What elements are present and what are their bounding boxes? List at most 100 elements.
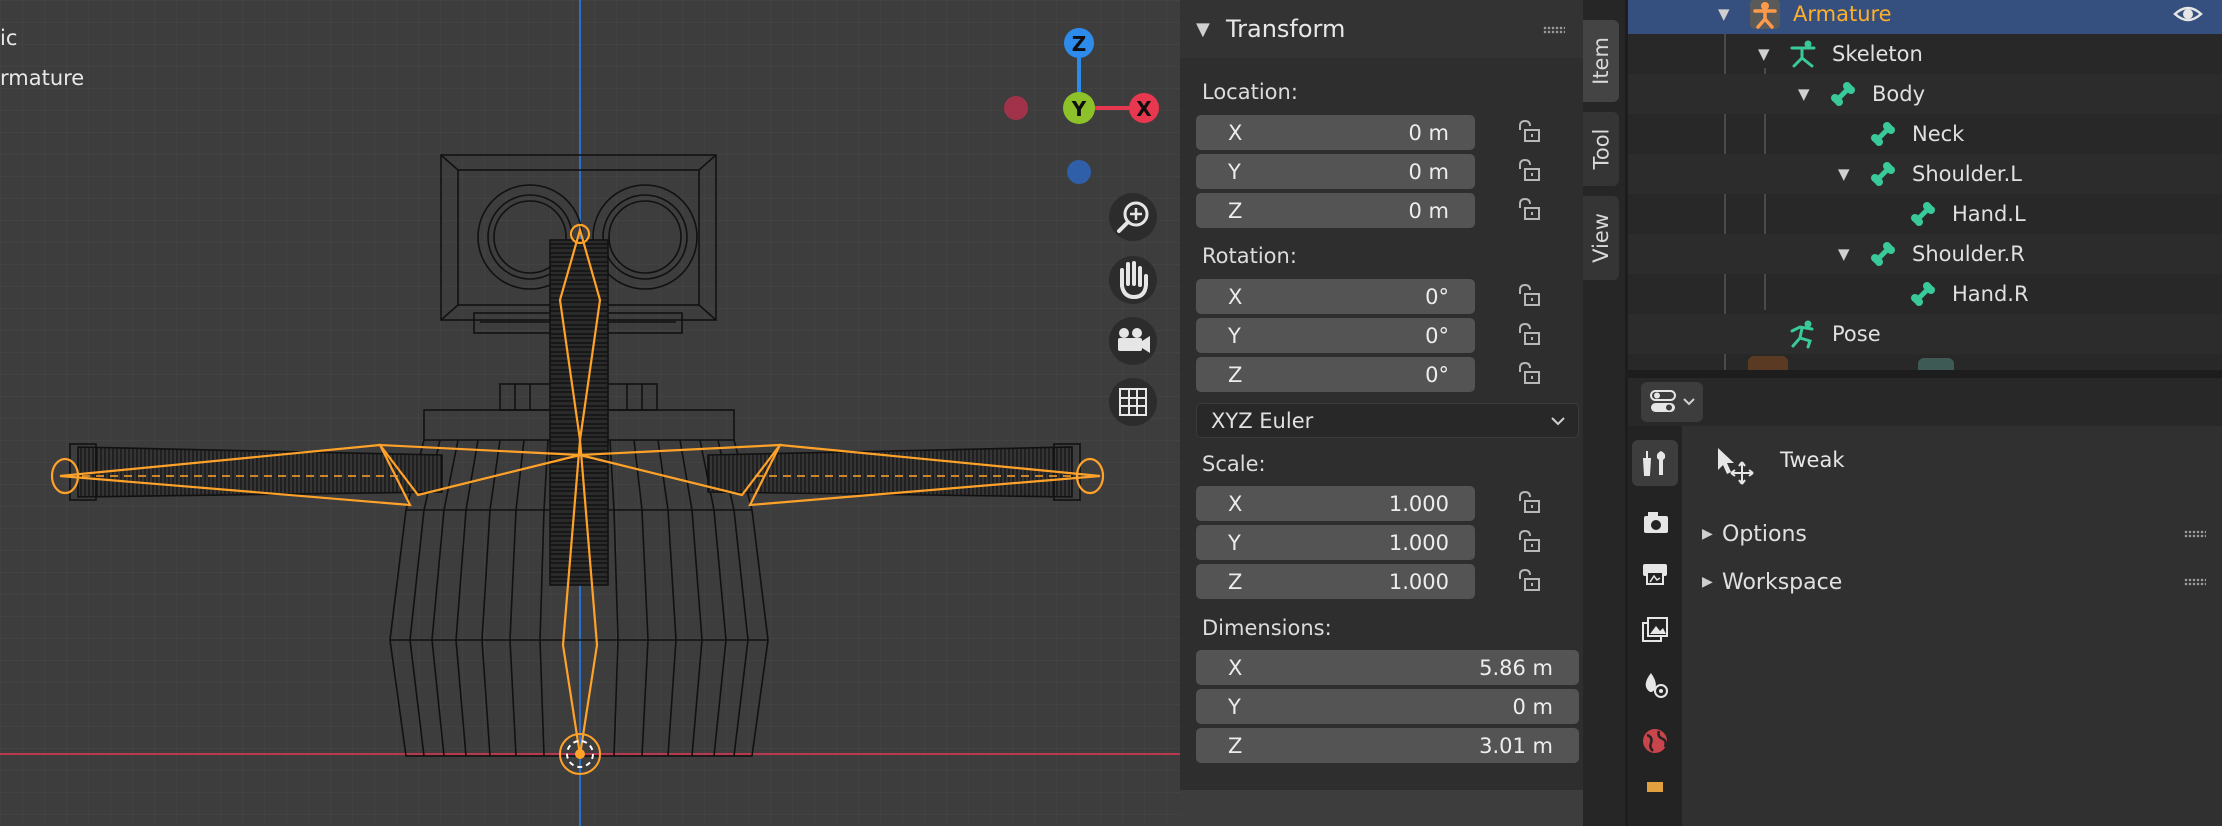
editor-type-button[interactable]	[1641, 382, 1703, 422]
scale-x-field[interactable]: X 1.000	[1196, 486, 1475, 521]
lock-icon[interactable]	[1515, 322, 1541, 348]
next-row-icon	[1748, 356, 1788, 370]
lock-icon[interactable]	[1515, 361, 1541, 387]
rotation-z-field[interactable]: Z 0°	[1196, 357, 1475, 392]
expand-arrow-icon[interactable]: ▼	[1838, 165, 1850, 183]
rotation-y-field[interactable]: Y 0°	[1196, 318, 1475, 353]
properties-content: Tweak ▶ Options ▶ Workspace	[1682, 426, 2222, 826]
collapse-arrow-icon[interactable]: ▼	[1196, 19, 1212, 40]
eye-icon[interactable]	[2173, 0, 2203, 28]
outliner-row-hand-l[interactable]: Hand.L	[1628, 194, 2222, 234]
collapse-arrow-icon[interactable]: ▶	[1702, 574, 1722, 590]
hand-pan-icon[interactable]	[1109, 256, 1157, 304]
svg-text:Y: Y	[1071, 97, 1087, 121]
bone-icon	[1871, 242, 1895, 266]
viewport-strip	[1180, 790, 1583, 826]
outliner-row-neck[interactable]: Neck	[1628, 114, 2222, 154]
grid-icon[interactable]	[1109, 378, 1157, 426]
outliner-row-skeleton[interactable]: ▼ Skeleton	[1628, 34, 2222, 74]
bone-icon	[1911, 202, 1935, 226]
location-y-field[interactable]: Y0 m	[1196, 154, 1475, 189]
outliner-row-shoulder-r[interactable]: ▼ Shoulder.R	[1628, 234, 2222, 274]
location-x-field[interactable]: X0 m	[1196, 115, 1475, 150]
expand-arrow-icon[interactable]: ▼	[1838, 245, 1850, 263]
camera-icon[interactable]	[1109, 317, 1157, 365]
options-section[interactable]: ▶ Options	[1682, 512, 2222, 556]
collapse-arrow-icon[interactable]: ▶	[1702, 526, 1722, 542]
rotation-label: Rotation:	[1202, 244, 1297, 268]
tab-world[interactable]	[1632, 718, 1678, 764]
workspace-section[interactable]: ▶ Workspace	[1682, 560, 2222, 604]
expand-arrow-icon[interactable]: ▼	[1718, 5, 1730, 23]
zoom-icon[interactable]	[1109, 193, 1157, 241]
scale-label: Scale:	[1202, 452, 1266, 476]
outliner-row-shoulder-l[interactable]: ▼ Shoulder.L	[1628, 154, 2222, 194]
viewport-overlay-object: rmature	[0, 66, 85, 90]
rotation-x-field[interactable]: X 0°	[1196, 279, 1475, 314]
lock-icon[interactable]	[1515, 119, 1541, 145]
outliner: ▼ Armature ▼ Skeleton ▼ Body Neck ▼ Shou…	[1628, 0, 2222, 370]
lock-icon[interactable]	[1515, 490, 1541, 516]
drag-grip-icon[interactable]	[1543, 26, 1565, 34]
properties-editor: Tweak ▶ Options ▶ Workspace	[1628, 378, 2222, 826]
transform-header[interactable]: ▼ Transform	[1180, 0, 1583, 58]
location-z-field[interactable]: Z0 m	[1196, 193, 1475, 228]
scale-y-field[interactable]: Y 1.000	[1196, 525, 1475, 560]
tab-view[interactable]: View	[1583, 196, 1619, 280]
outliner-row-armature[interactable]: ▼ Armature	[1628, 0, 2222, 34]
tab-scene[interactable]	[1632, 662, 1678, 708]
toggle-icon	[1650, 390, 1676, 412]
dimensions-x-field[interactable]: X 5.86 m	[1196, 650, 1579, 685]
image-stack-icon	[1642, 617, 1668, 642]
tab-item[interactable]: Item	[1583, 20, 1619, 102]
scene-icon	[1645, 673, 1668, 698]
3d-viewport[interactable]: Z X Y ic rmature	[0, 0, 1180, 826]
rotation-mode-select[interactable]: XYZ Euler	[1196, 403, 1579, 438]
dimensions-z-field[interactable]: Z 3.01 m	[1196, 728, 1579, 763]
panel-title: Transform	[1226, 15, 1346, 43]
active-tool-name: Tweak	[1780, 448, 1845, 472]
drag-grip-icon[interactable]	[2184, 578, 2206, 586]
tab-output[interactable]	[1632, 549, 1678, 595]
lock-icon[interactable]	[1515, 158, 1541, 184]
viewport-overlay-mode: ic	[0, 26, 18, 50]
bone-icon	[1831, 82, 1855, 106]
tab-tool[interactable]: Tool	[1583, 112, 1619, 186]
bone-icon	[1871, 122, 1895, 146]
tab-render[interactable]	[1632, 499, 1678, 545]
dimensions-label: Dimensions:	[1202, 616, 1332, 640]
outliner-row-body[interactable]: ▼ Body	[1628, 74, 2222, 114]
chevron-down-icon	[1683, 398, 1695, 406]
viewport-canvas[interactable]: Z X Y	[0, 0, 1180, 826]
tab-tool-settings[interactable]	[1632, 440, 1678, 486]
scale-z-field[interactable]: Z 1.000	[1196, 564, 1475, 599]
tweak-tool-icon	[1712, 444, 1760, 488]
tab-collection[interactable]	[1632, 782, 1678, 792]
spine-coil	[549, 239, 609, 586]
printer-icon	[1643, 564, 1667, 585]
outliner-row-pose[interactable]: Pose	[1628, 314, 2222, 354]
tab-view-layer[interactable]	[1632, 606, 1678, 652]
bone-icon	[1911, 282, 1935, 306]
render-icon	[1644, 512, 1668, 533]
lock-icon[interactable]	[1515, 529, 1541, 555]
location-label: Location:	[1202, 80, 1298, 104]
lock-icon[interactable]	[1515, 568, 1541, 594]
area-divider[interactable]	[1628, 370, 2222, 378]
right-arm-coil	[707, 446, 1073, 498]
drag-grip-icon[interactable]	[2184, 530, 2206, 538]
armature-data-icon	[1790, 40, 1816, 68]
armature-icon	[1750, 0, 1780, 29]
svg-text:Z: Z	[1072, 32, 1087, 56]
sidebar-panel: ▼ Transform Location: X0 m Y0 m Z0 m Rot…	[1180, 0, 1583, 790]
wrench-screwdriver-icon	[1642, 451, 1666, 476]
lock-icon[interactable]	[1515, 197, 1541, 223]
outliner-row-hand-r[interactable]: Hand.R	[1628, 274, 2222, 314]
expand-arrow-icon[interactable]: ▼	[1758, 45, 1770, 63]
properties-tabs	[1628, 426, 1682, 826]
dimensions-y-field[interactable]: Y0 m	[1196, 689, 1579, 724]
collection-icon	[1647, 782, 1663, 792]
expand-arrow-icon[interactable]: ▼	[1798, 85, 1810, 103]
properties-header	[1628, 378, 2222, 426]
lock-icon[interactable]	[1515, 283, 1541, 309]
